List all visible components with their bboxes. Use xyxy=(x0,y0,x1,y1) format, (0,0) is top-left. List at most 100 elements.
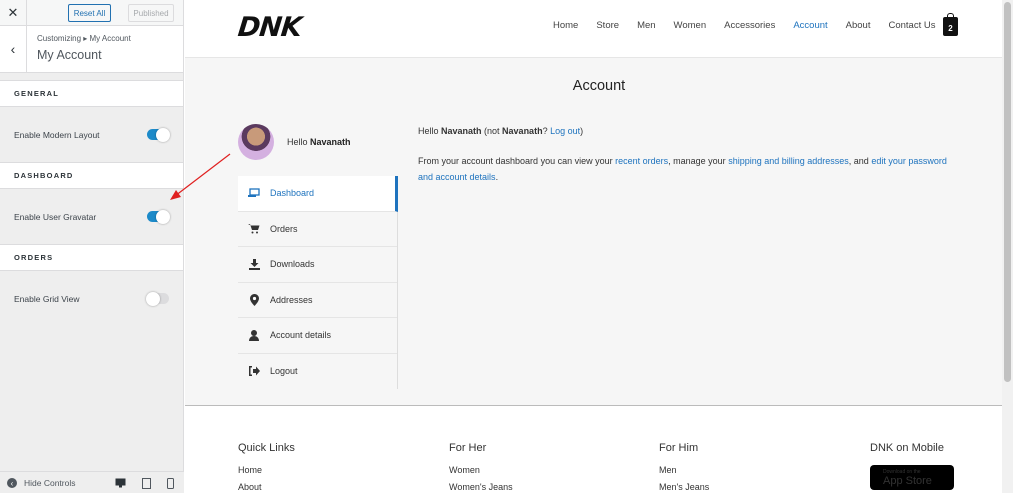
footer-quick-links: Quick Links Home About xyxy=(238,442,295,493)
panel-header: ‹ Customizing ▸ My Account My Account xyxy=(0,26,183,73)
greeting-text: Hello Navanath xyxy=(287,137,351,147)
not-text: (not xyxy=(481,126,503,136)
avatar xyxy=(238,124,274,160)
question-text: ? xyxy=(542,126,551,136)
badge-big-text: App Store xyxy=(883,474,932,487)
account-nav-logout[interactable]: Logout xyxy=(238,354,397,390)
control-label: Enable Grid View xyxy=(14,293,80,304)
footer-link-womens-jeans[interactable]: Women's Jeans xyxy=(449,482,513,492)
tablet-preview-icon[interactable] xyxy=(140,477,152,489)
site-logo[interactable]: DNK xyxy=(236,12,302,43)
footer-link-men[interactable]: Men xyxy=(659,465,709,475)
map-marker-icon xyxy=(248,293,260,306)
footer-heading: For Her xyxy=(449,442,487,454)
period-text: . xyxy=(495,172,499,182)
and-text: , and xyxy=(848,155,872,166)
desktop-preview-icon[interactable] xyxy=(114,477,126,489)
account-navigation: Dashboard Orders Downloads Addresses Acc… xyxy=(238,176,398,389)
account-nav-label: Logout xyxy=(270,366,298,377)
not-name: Navanath xyxy=(502,126,543,136)
nav-men[interactable]: Men xyxy=(637,20,655,31)
nav-home[interactable]: Home xyxy=(553,20,578,31)
footer-heading: Quick Links xyxy=(238,442,295,454)
footer-link-about[interactable]: About xyxy=(238,482,295,492)
breadcrumb: Customizing ▸ My Account xyxy=(37,34,131,43)
footer-heading: DNK on Mobile xyxy=(870,442,944,454)
hello-text: Hello xyxy=(418,126,442,136)
published-button[interactable]: Published xyxy=(128,4,174,22)
preview-scrollbar[interactable] xyxy=(1002,0,1013,493)
control-row: Enable Modern Layout xyxy=(0,107,183,162)
back-arrow-icon[interactable]: ‹ xyxy=(0,26,27,72)
control-label: Enable Modern Layout xyxy=(14,129,100,140)
app-store-badge[interactable]: Download on the App Store xyxy=(870,465,954,490)
account-nav-label: Downloads xyxy=(270,259,315,270)
logout-icon xyxy=(248,365,260,377)
manage-text: , manage your xyxy=(668,155,729,166)
dashboard-content: Hello Navanath (not Navanath? Log out) F… xyxy=(418,123,958,199)
panel-title: My Account xyxy=(37,48,102,62)
footer-link-home[interactable]: Home xyxy=(238,465,295,475)
greeting-user-name: Navanath xyxy=(310,137,351,147)
modern-layout-toggle[interactable] xyxy=(147,127,170,142)
customizer-sidebar: ✕ Reset All Published ‹ Customizing ▸ My… xyxy=(0,0,184,493)
download-icon xyxy=(248,258,260,270)
footer-link-mens-jeans[interactable]: Men's Jeans xyxy=(659,482,709,492)
account-nav-label: Dashboard xyxy=(270,188,315,199)
close-paren: ) xyxy=(580,126,584,136)
toggle-knob xyxy=(156,209,170,224)
nav-women[interactable]: Women xyxy=(674,20,707,31)
close-customizer-icon[interactable]: ✕ xyxy=(0,0,27,26)
nav-account[interactable]: Account xyxy=(793,20,827,31)
section-dashboard: DASHBOARD xyxy=(0,162,183,189)
account-nav-label: Account details xyxy=(270,330,332,341)
user-icon xyxy=(248,329,260,341)
section-general: GENERAL xyxy=(0,80,183,107)
account-main: Account Hello Navanath Dashboard Orders … xyxy=(185,58,1013,406)
addresses-link[interactable]: shipping and billing addresses xyxy=(728,156,849,166)
grid-view-toggle[interactable] xyxy=(146,291,169,306)
site-header: DNK Home Store Men Women Accessories Acc… xyxy=(185,0,1013,58)
greeting-prefix: Hello xyxy=(287,137,311,147)
collapse-icon: ‹ xyxy=(7,478,17,488)
cart-icon[interactable]: 2 xyxy=(943,13,958,36)
section-orders: ORDERS xyxy=(0,244,183,271)
toggle-knob xyxy=(156,127,170,142)
account-nav-addresses[interactable]: Addresses xyxy=(238,283,397,318)
logout-link[interactable]: Log out xyxy=(550,126,580,136)
user-gravatar-toggle[interactable] xyxy=(147,209,170,224)
footer-heading: For Him xyxy=(659,442,699,454)
dashboard-icon xyxy=(248,187,260,199)
hide-controls-button[interactable]: ‹ Hide Controls xyxy=(7,472,76,493)
account-nav-details[interactable]: Account details xyxy=(238,318,397,354)
nav-store[interactable]: Store xyxy=(596,20,619,31)
user-greeting: Hello Navanath xyxy=(238,123,351,161)
customizer-toolbar: ✕ Reset All Published xyxy=(0,0,183,26)
control-row: Enable User Gravatar xyxy=(0,189,183,244)
site-footer: Quick Links Home About For Her Women Wom… xyxy=(185,407,1013,493)
toggle-knob xyxy=(146,291,160,306)
customizer-footer: ‹ Hide Controls xyxy=(0,471,184,493)
nav-contact[interactable]: Contact Us xyxy=(888,20,935,31)
recent-orders-link[interactable]: recent orders xyxy=(615,156,668,166)
site-preview: DNK Home Store Men Women Accessories Acc… xyxy=(185,0,1013,493)
footer-for-him: For Him Men Men's Jeans xyxy=(659,442,709,493)
nav-accessories[interactable]: Accessories xyxy=(724,20,775,31)
account-nav-label: Addresses xyxy=(270,294,313,305)
intro-text: From your account dashboard you can view… xyxy=(418,155,616,166)
intro-paragraph: From your account dashboard you can view… xyxy=(418,153,958,186)
nav-about[interactable]: About xyxy=(846,20,871,31)
account-nav-downloads[interactable]: Downloads xyxy=(238,247,397,283)
account-nav-dashboard[interactable]: Dashboard xyxy=(238,176,398,212)
page-title: Account xyxy=(572,78,626,94)
scrollbar-thumb[interactable] xyxy=(1004,2,1011,382)
account-nav-label: Orders xyxy=(270,223,298,234)
badge-text: Download on the App Store xyxy=(883,469,932,487)
footer-link-women[interactable]: Women xyxy=(449,465,513,475)
reset-all-button[interactable]: Reset All xyxy=(68,4,111,22)
footer-for-her: For Her Women Women's Jeans xyxy=(449,442,513,493)
cart-small-icon xyxy=(248,223,260,235)
mobile-preview-icon[interactable] xyxy=(164,477,176,489)
account-nav-orders[interactable]: Orders xyxy=(238,212,397,247)
hello-paragraph: Hello Navanath (not Navanath? Log out) xyxy=(418,123,958,140)
